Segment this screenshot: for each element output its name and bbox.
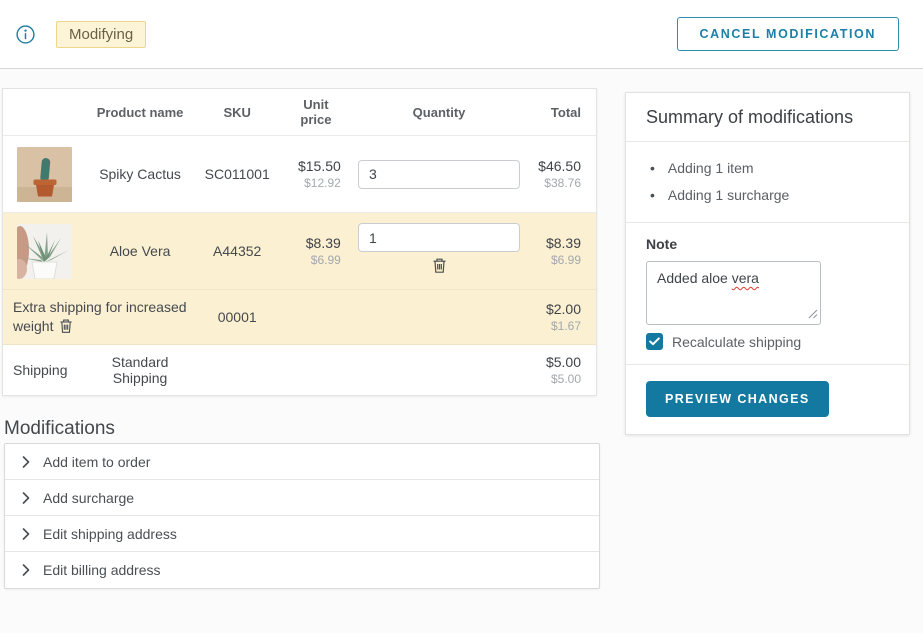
row-total: $8.39 <box>523 235 581 251</box>
trash-icon <box>432 257 447 274</box>
shipping-label: Shipping <box>3 362 93 378</box>
row-total: $5.00 <box>523 354 581 370</box>
recalculate-shipping-checkbox[interactable] <box>646 333 663 350</box>
column-header-quantity: Quantity <box>349 105 523 120</box>
table-row-shipping: Shipping Standard Shipping $5.00 $5.00 <box>3 345 596 395</box>
cancel-modification-button[interactable]: CANCEL MODIFICATION <box>677 17 899 51</box>
trash-icon <box>59 318 73 334</box>
accordion-label: Add surcharge <box>43 490 134 506</box>
accordion-edit-billing-address[interactable]: Edit billing address <box>5 552 599 588</box>
product-image-aloe-vera <box>17 224 72 279</box>
note-textarea[interactable]: Added aloe vera <box>646 261 821 325</box>
remove-item-button[interactable] <box>432 257 447 274</box>
accordion-label: Edit billing address <box>43 562 161 578</box>
note-text: Added aloe <box>657 270 732 286</box>
top-status-bar: Modifying CANCEL MODIFICATION <box>0 0 923 69</box>
remove-surcharge-button[interactable] <box>59 318 73 334</box>
modifications-accordion: Add item to order Add surcharge Edit shi… <box>4 443 600 589</box>
note-section: Note Added aloe vera Recalculate shippin… <box>626 223 909 364</box>
unit-price: $15.50 <box>287 158 341 174</box>
quantity-input[interactable] <box>358 160 520 189</box>
unit-price-secondary: $6.99 <box>287 253 341 267</box>
textarea-resize-handle-icon[interactable] <box>808 306 818 322</box>
unit-price: $8.39 <box>287 235 341 251</box>
product-image-spiky-cactus <box>17 147 72 202</box>
chevron-right-icon <box>22 528 30 540</box>
quantity-input[interactable] <box>358 223 520 252</box>
check-icon <box>649 337 660 346</box>
product-sku: SC011001 <box>187 166 287 182</box>
shipping-method: Standard Shipping <box>93 354 188 386</box>
row-total-secondary: $6.99 <box>523 253 581 267</box>
chevron-right-icon <box>22 492 30 504</box>
product-sku: A44352 <box>187 243 287 259</box>
row-total-secondary: $1.67 <box>523 319 581 333</box>
note-text-misspelled: vera <box>732 270 759 286</box>
recalculate-shipping-label: Recalculate shipping <box>672 334 801 350</box>
accordion-label: Add item to order <box>43 454 150 470</box>
surcharge-sku: 00001 <box>187 309 287 325</box>
chevron-right-icon <box>22 456 30 468</box>
accordion-label: Edit shipping address <box>43 526 177 542</box>
summary-title: Summary of modifications <box>626 93 909 142</box>
row-total: $46.50 <box>523 158 581 174</box>
summary-item: Adding 1 surcharge <box>650 182 889 209</box>
accordion-add-item-to-order[interactable]: Add item to order <box>5 444 599 480</box>
unit-price-secondary: $12.92 <box>287 176 341 190</box>
modifications-heading: Modifications <box>4 418 115 440</box>
surcharge-label: Extra shipping for increased weight <box>13 299 187 334</box>
status-badge: Modifying <box>56 21 146 48</box>
info-icon[interactable] <box>16 25 35 44</box>
row-total-secondary: $38.76 <box>523 176 581 190</box>
table-row-surcharge: Extra shipping for increased weight 0000… <box>3 290 596 345</box>
preview-changes-button[interactable]: PREVIEW CHANGES <box>646 381 829 417</box>
product-name: Spiky Cactus <box>93 166 188 182</box>
chevron-right-icon <box>22 564 30 576</box>
note-label: Note <box>646 236 889 252</box>
order-modification-page: Modifying CANCEL MODIFICATION Product na… <box>0 0 923 633</box>
order-items-table: Product name SKU Unit price Quantity Tot… <box>2 88 597 396</box>
column-header-total: Total <box>523 105 596 120</box>
row-total-secondary: $5.00 <box>523 372 581 386</box>
table-row-aloe-vera: Aloe Vera A44352 $8.39 $6.99 <box>3 213 596 290</box>
summary-panel: Summary of modifications Adding 1 item A… <box>625 92 910 435</box>
table-row-spiky-cactus: Spiky Cactus SC011001 $15.50 $12.92 $46.… <box>3 136 596 213</box>
table-header-row: Product name SKU Unit price Quantity Tot… <box>3 89 596 136</box>
accordion-edit-shipping-address[interactable]: Edit shipping address <box>5 516 599 552</box>
product-name: Aloe Vera <box>93 243 188 259</box>
row-total: $2.00 <box>523 301 581 317</box>
column-header-product-name: Product name <box>93 105 188 120</box>
column-header-sku: SKU <box>187 105 287 120</box>
summary-item: Adding 1 item <box>650 155 889 182</box>
accordion-add-surcharge[interactable]: Add surcharge <box>5 480 599 516</box>
column-header-unit-price: Unit price <box>287 97 349 127</box>
summary-list: Adding 1 item Adding 1 surcharge <box>626 142 909 223</box>
